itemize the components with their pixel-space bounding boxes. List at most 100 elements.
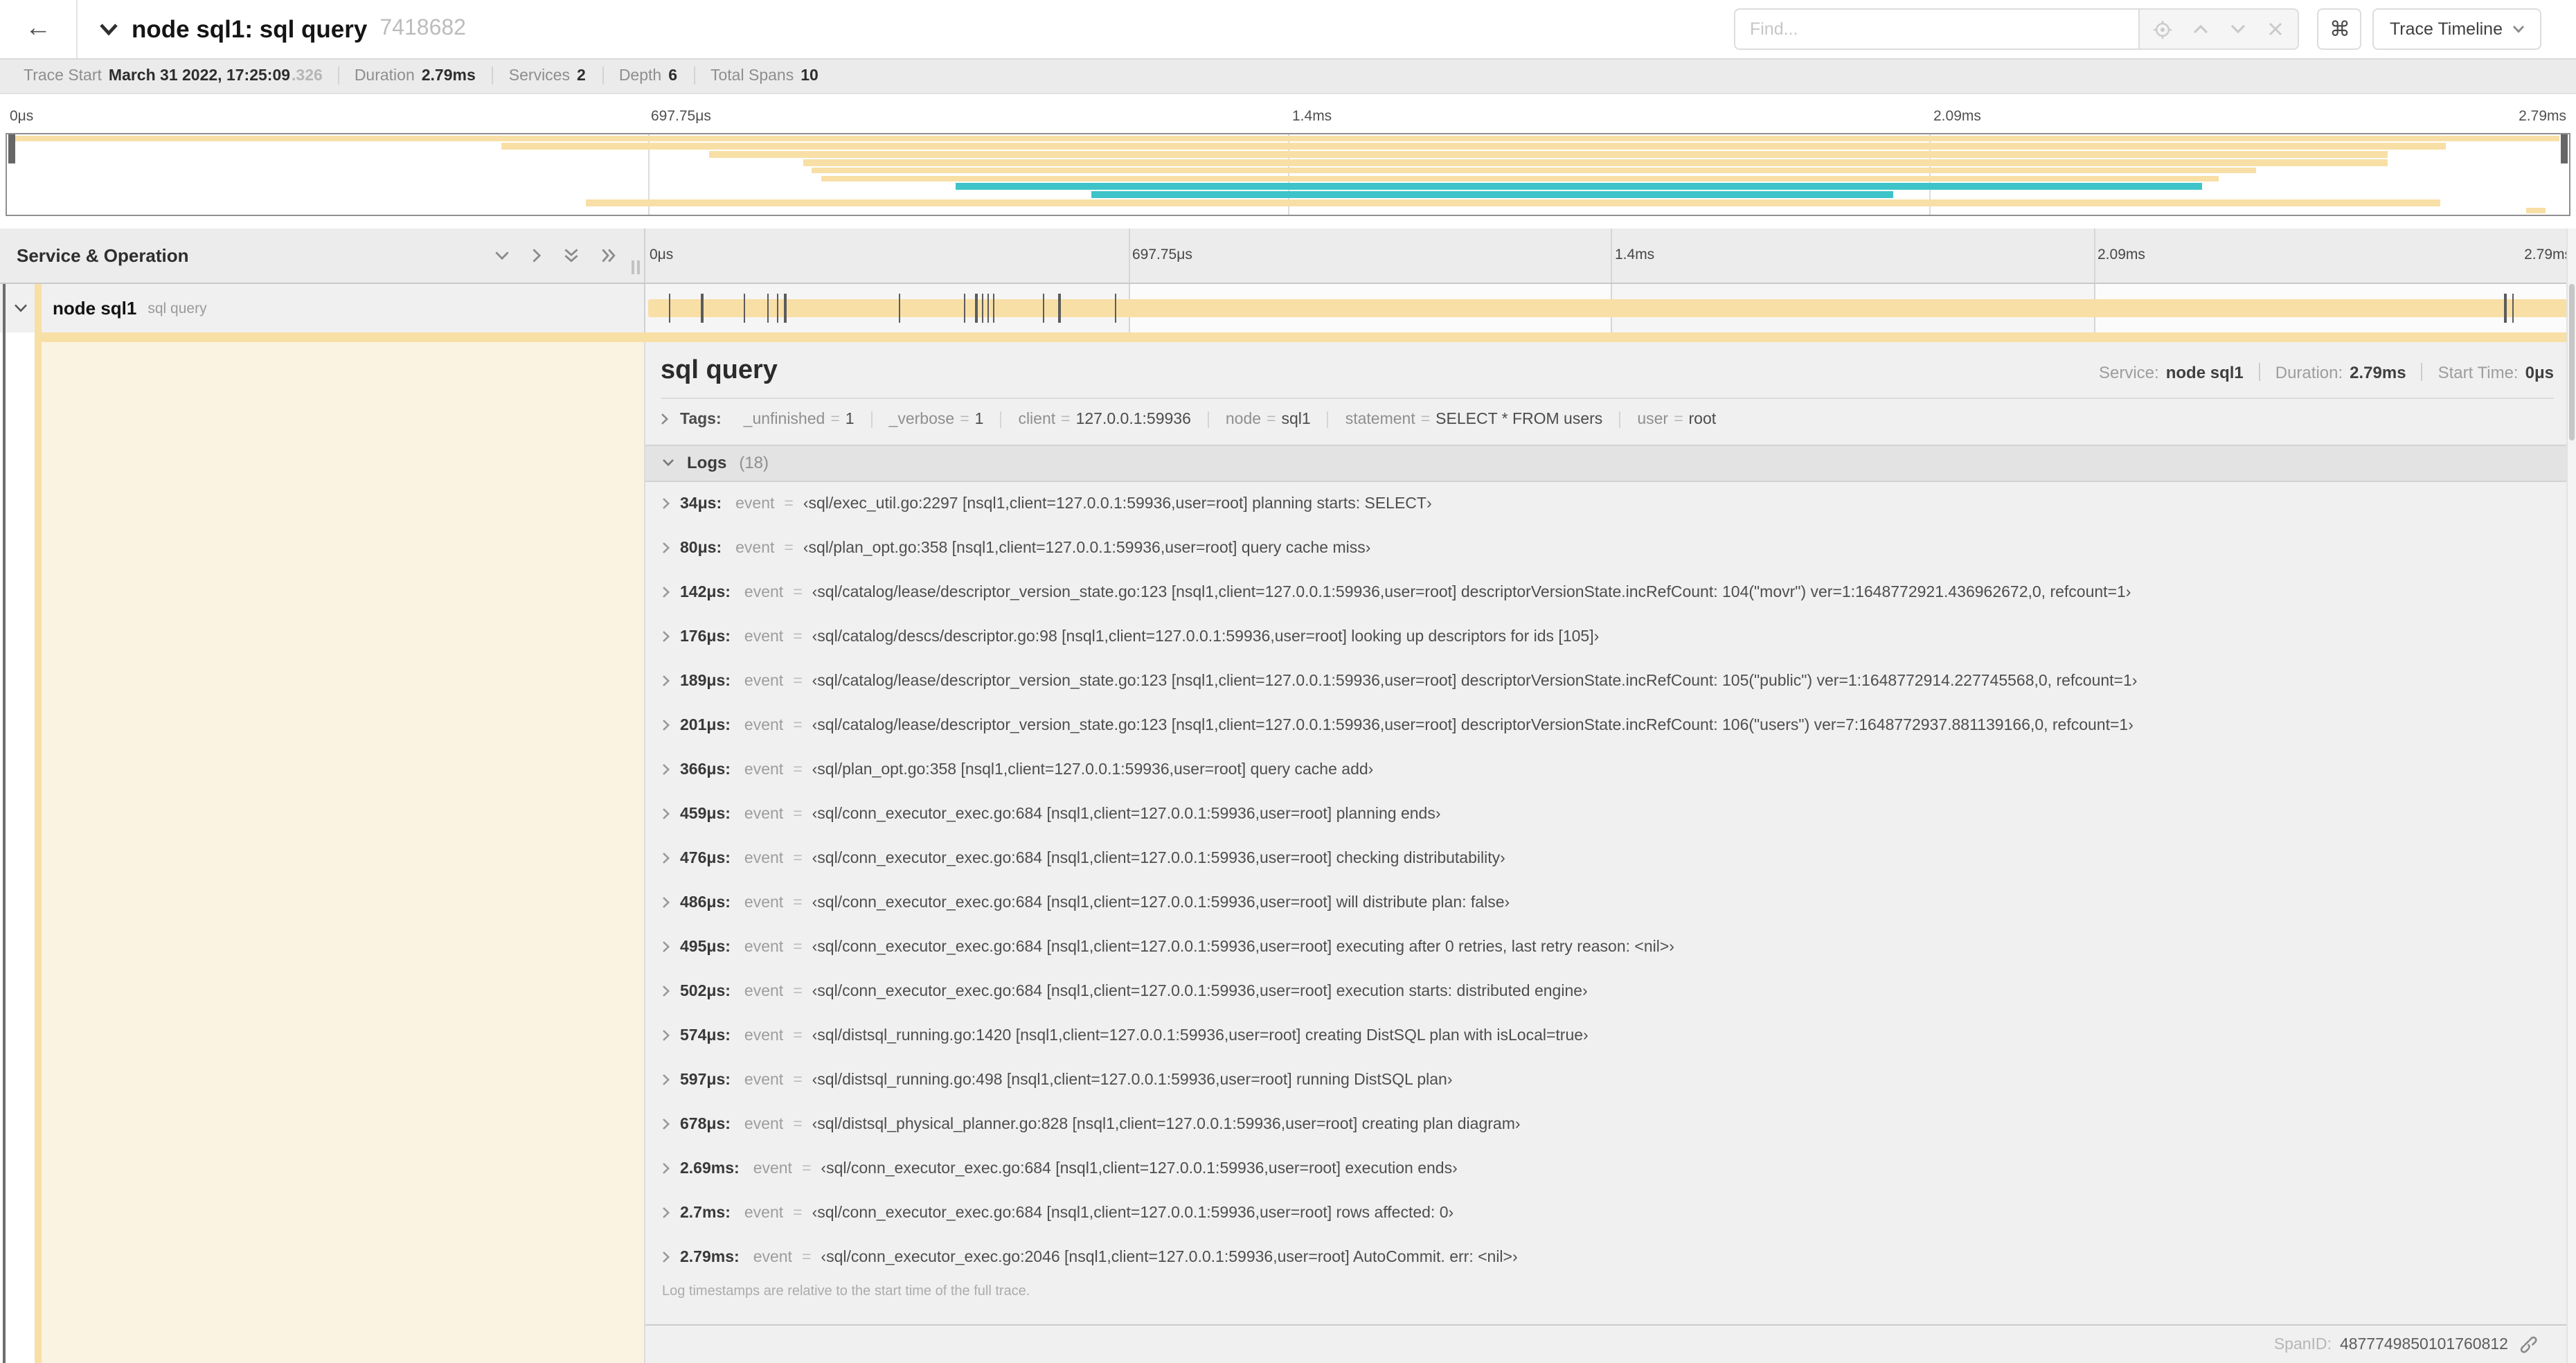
summary-value: 2.79ms <box>421 67 476 84</box>
log-timestamp: 80μs: <box>680 540 722 556</box>
find-input[interactable] <box>1734 8 2139 50</box>
log-field-value: ‹sql/conn_executor_exec.go:684 [nsql1,cl… <box>812 983 1588 999</box>
keyboard-shortcuts-button[interactable]: ⌘ <box>2317 8 2362 50</box>
log-entry-row[interactable]: 2.7ms: event = ‹sql/conn_executor_exec.g… <box>662 1191 2576 1235</box>
log-timestamp: 459μs: <box>680 805 731 822</box>
tags-row[interactable]: Tags: _unfinished = 1 _verbose = 1 clien… <box>645 398 2576 437</box>
span-detail-row: sql query Service: node sql1 Duration: 2… <box>0 341 2576 1363</box>
tag-key: _verbose <box>888 411 955 427</box>
log-timestamp: 476μs: <box>680 850 731 866</box>
log-timestamp: 34μs: <box>680 495 722 512</box>
top-controls: ⌘ Trace Timeline <box>1734 8 2576 50</box>
log-entry-row[interactable]: 502μs: event = ‹sql/conn_executor_exec.g… <box>662 969 2576 1013</box>
detail-meta-item: Duration: 2.79ms <box>2258 362 2422 382</box>
chevron-right-icon <box>662 763 670 776</box>
clear-search-button[interactable] <box>2257 10 2294 48</box>
log-marker-tick <box>744 294 746 323</box>
summary-value: 10 <box>800 67 819 84</box>
detail-meta-label: Service: <box>2099 362 2159 382</box>
focus-match-button[interactable] <box>2145 10 2182 48</box>
log-timestamp: 495μs: <box>680 938 731 955</box>
log-timestamp: 189μs: <box>680 672 731 689</box>
chevron-right-icon <box>662 1206 670 1219</box>
log-equals: = <box>793 805 803 822</box>
expand-all-button[interactable] <box>601 248 616 263</box>
trace-summary-bar: Trace Start March 31 2022, 17:25:09 .326… <box>0 60 2576 93</box>
log-field-key: event <box>744 850 784 866</box>
log-entry-row[interactable]: 201μs: event = ‹sql/catalog/lease/descri… <box>662 703 2576 747</box>
chevron-right-icon <box>662 497 670 510</box>
minimap-left-drag-handle[interactable] <box>8 134 15 163</box>
log-entry-row[interactable]: 678μs: event = ‹sql/distsql_physical_pla… <box>662 1102 2576 1146</box>
deep-link-icon[interactable] <box>2519 1335 2537 1353</box>
service-operation-title: Service & Operation <box>17 245 189 266</box>
log-entry-row[interactable]: 486μs: event = ‹sql/conn_executor_exec.g… <box>662 880 2576 925</box>
log-field-value: ‹sql/conn_executor_exec.go:684 [nsql1,cl… <box>812 850 1505 866</box>
tag-equals: = <box>1674 411 1683 427</box>
minimap-canvas[interactable] <box>6 133 2570 216</box>
log-field-key: event <box>744 1204 784 1221</box>
tag-equals: = <box>830 411 840 427</box>
log-entry-row[interactable]: 574μs: event = ‹sql/distsql_running.go:1… <box>662 1013 2576 1058</box>
span-bar-cell[interactable] <box>645 284 2576 332</box>
log-marker-tick <box>2512 294 2514 323</box>
minimap-span-bar <box>821 175 2219 182</box>
log-field-value: ‹sql/catalog/lease/descriptor_version_st… <box>812 672 2138 689</box>
log-entry-row[interactable]: 80μs: event = ‹sql/plan_opt.go:358 [nsql… <box>662 526 2576 570</box>
log-entry-row[interactable]: 366μs: event = ‹sql/plan_opt.go:358 [nsq… <box>662 747 2576 792</box>
log-marker-tick <box>898 294 900 323</box>
span-duration-bar[interactable] <box>648 299 2573 317</box>
back-button[interactable]: ← <box>0 0 78 58</box>
detail-meta-value: node sql1 <box>2165 362 2244 382</box>
log-field-key: event <box>744 1027 784 1044</box>
log-entry-row[interactable]: 189μs: event = ‹sql/catalog/lease/descri… <box>662 659 2576 703</box>
view-options-label: Trace Timeline <box>2389 19 2503 39</box>
tag-equals: = <box>1061 411 1071 427</box>
double-chevron-down-icon <box>564 248 579 263</box>
log-entry-row[interactable]: 476μs: event = ‹sql/conn_executor_exec.g… <box>662 836 2576 880</box>
expand-collapse-controls <box>494 248 644 263</box>
log-entry-row[interactable]: 597μs: event = ‹sql/distsql_running.go:4… <box>662 1058 2576 1102</box>
log-entry-row[interactable]: 495μs: event = ‹sql/conn_executor_exec.g… <box>662 925 2576 969</box>
prev-result-button[interactable] <box>2182 10 2219 48</box>
log-entry-row[interactable]: 176μs: event = ‹sql/catalog/descs/descri… <box>662 614 2576 659</box>
column-resizer-grip[interactable] <box>632 260 640 274</box>
log-entry-row[interactable]: 2.79ms: event = ‹sql/conn_executor_exec.… <box>662 1235 2576 1279</box>
log-entry-row[interactable]: 34μs: event = ‹sql/exec_util.go:2297 [ns… <box>662 481 2576 526</box>
detail-meta-value: 2.79ms <box>2350 362 2406 382</box>
log-marker-tick <box>992 294 995 323</box>
chevron-right-icon <box>532 248 542 263</box>
log-entry-row[interactable]: 2.69ms: event = ‹sql/conn_executor_exec.… <box>662 1146 2576 1191</box>
minimap-right-drag-handle[interactable] <box>2561 134 2568 163</box>
collapse-one-button[interactable] <box>494 251 510 260</box>
detail-meta: Service: node sql1 Duration: 2.79ms Star… <box>2084 362 2554 382</box>
chevron-right-icon <box>662 542 670 554</box>
detail-meta-label: Start Time: <box>2438 362 2519 382</box>
next-result-button[interactable] <box>2219 10 2257 48</box>
detail-operation-title: sql query <box>661 355 778 384</box>
log-timestamp: 201μs: <box>680 717 731 733</box>
tag-value: 1 <box>845 411 855 427</box>
tag-equals: = <box>960 411 969 427</box>
log-equals: = <box>793 1027 803 1044</box>
span-name-cell[interactable]: node sql1 sql query <box>0 284 645 332</box>
log-entry-row[interactable]: 142μs: event = ‹sql/catalog/lease/descri… <box>662 570 2576 614</box>
log-entry-row[interactable]: 459μs: event = ‹sql/conn_executor_exec.g… <box>662 792 2576 836</box>
trace-collapse-toggle[interactable] <box>98 22 119 36</box>
view-options-dropdown[interactable]: Trace Timeline <box>2372 8 2541 50</box>
span-tree-indent-guide[interactable] <box>3 284 6 1363</box>
log-field-key: event <box>744 983 784 999</box>
chevron-right-icon <box>661 413 669 425</box>
logs-section-toggle[interactable]: Logs (18) <box>645 444 2576 481</box>
scrollbar-thumb[interactable] <box>2569 284 2575 440</box>
minimap-tick-label: 2.09ms <box>1933 107 1981 124</box>
expand-one-button[interactable] <box>532 248 542 263</box>
collapse-all-button[interactable] <box>564 248 579 263</box>
detail-header: sql query Service: node sql1 Duration: 2… <box>645 341 2576 386</box>
find-group <box>1734 8 2300 50</box>
chevron-right-icon <box>662 852 670 864</box>
log-field-value: ‹sql/conn_executor_exec.go:684 [nsql1,cl… <box>821 1160 1458 1177</box>
span-collapse-toggle[interactable] <box>14 303 28 313</box>
log-equals: = <box>793 1116 803 1132</box>
tag-item: user = root <box>1619 411 1733 427</box>
